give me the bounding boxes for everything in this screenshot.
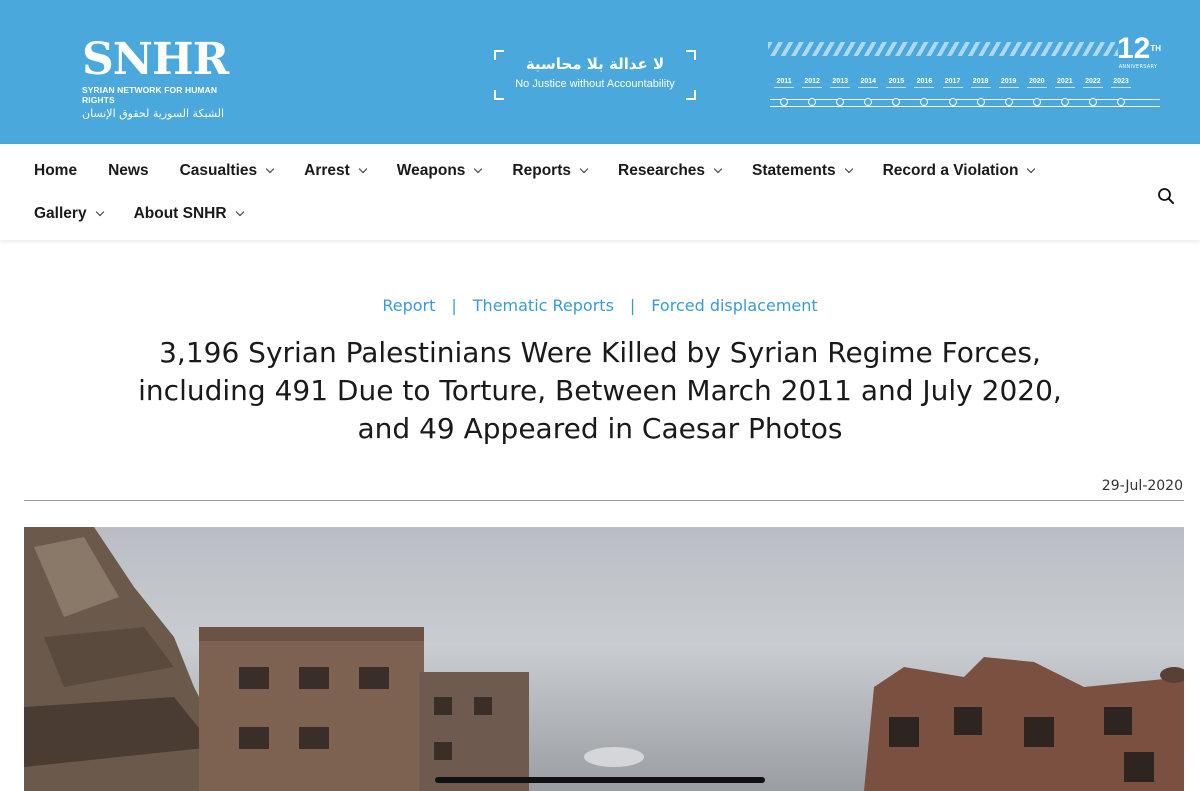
- timeline-dot: [1079, 98, 1107, 106]
- nav-item-label: Weapons: [396, 162, 466, 179]
- timeline-dot: [995, 98, 1023, 106]
- timeline-years: 2011 2012 2013 2014 2015 2016 2017 2018 2019 2020…: [770, 78, 1135, 88]
- breadcrumb-link[interactable]: Forced displacement: [651, 296, 817, 315]
- logo-subtitle: SYRIAN NETWORK FOR HUMAN RIGHTS: [82, 85, 218, 105]
- chevron-down-icon: [235, 207, 244, 217]
- divider: [24, 500, 1184, 501]
- motto-arabic: لا عدالة بلا محاسبة: [525, 55, 665, 73]
- chevron-down-icon: [844, 164, 853, 174]
- article-date: 29-Jul-2020: [1101, 478, 1183, 494]
- nav-row-secondary: Gallery About SNHR: [34, 205, 274, 223]
- nav-item-about-snhr[interactable]: About SNHR: [133, 205, 244, 223]
- breadcrumb-link[interactable]: Report: [382, 296, 435, 315]
- frame-corner: [494, 90, 504, 100]
- timeline-dot: [1023, 98, 1051, 106]
- nav-item-label: Home: [34, 162, 78, 179]
- nav-item-label: Statements: [752, 162, 836, 179]
- timeline-year: 2013: [826, 78, 854, 88]
- timeline-dot: [1051, 98, 1079, 106]
- motto-english: No Justice without Accountability: [515, 78, 675, 90]
- timeline-dot: [770, 98, 798, 106]
- timeline-dot: [910, 98, 938, 106]
- timeline-dot: [1107, 98, 1135, 106]
- anniversary-timeline: 12TH ANNIVERSARY 2011 2012 2013 2014 2015 201…: [768, 34, 1163, 114]
- chevron-down-icon: [95, 207, 104, 217]
- breadcrumb-separator: |: [451, 296, 457, 315]
- timeline-year: 2015: [882, 78, 910, 88]
- nav-item-label: Casualties: [179, 162, 258, 179]
- timeline-year: 2021: [1051, 78, 1079, 88]
- nav-item-label: Reports: [512, 162, 571, 179]
- home-indicator[interactable]: [435, 777, 765, 783]
- chevron-down-icon: [474, 164, 483, 174]
- nav-item-gallery[interactable]: Gallery: [34, 205, 104, 223]
- timeline-dot: [967, 98, 995, 106]
- destroyed-buildings-illustration: [24, 527, 1184, 791]
- nav-item-home[interactable]: Home: [34, 162, 77, 180]
- main-nav: Home News Casualties Arrest Weapons Reports Re…: [0, 144, 1200, 240]
- nav-item-casualties[interactable]: Casualties: [179, 162, 275, 180]
- nav-item-label: News: [108, 162, 149, 179]
- timeline-year: 2012: [798, 78, 826, 88]
- anniversary-label: ANNIVERSARY: [1118, 64, 1158, 70]
- timeline-year: 2022: [1079, 78, 1107, 88]
- timeline-chevron-strip: [768, 42, 1118, 56]
- motto-banner: لا عدالة بلا محاسبة No Justice without A…: [494, 50, 696, 100]
- nav-item-researches[interactable]: Researches: [618, 162, 723, 180]
- nav-item-news[interactable]: News: [108, 162, 149, 180]
- timeline-year: 2016: [910, 78, 938, 88]
- timeline-dot: [882, 98, 910, 106]
- chevron-down-icon: [579, 164, 589, 174]
- site-header: SNHR SYRIAN NETWORK FOR HUMAN RIGHTS الش…: [0, 0, 1200, 144]
- breadcrumb-separator: |: [629, 296, 636, 315]
- anniversary-number: 12: [1117, 32, 1151, 65]
- chevron-down-icon: [358, 164, 368, 174]
- snhr-logo[interactable]: SNHR SYRIAN NETWORK FOR HUMAN RIGHTS الش…: [82, 34, 252, 121]
- anniversary-badge: 12TH ANNIVERSARY: [1117, 32, 1162, 71]
- featured-image: [24, 527, 1184, 791]
- timeline-dot: [798, 98, 826, 106]
- breadcrumb: Report | Thematic Reports | Forced displacem…: [0, 296, 1200, 315]
- nav-item-label: Arrest: [304, 162, 350, 179]
- timeline-year: 2017: [938, 78, 966, 88]
- nav-item-label: About SNHR: [133, 205, 227, 222]
- breadcrumb-link[interactable]: Thematic Reports: [473, 296, 614, 315]
- timeline-dot: [938, 98, 966, 106]
- chevron-down-icon: [713, 164, 723, 174]
- nav-item-statements[interactable]: Statements: [752, 162, 853, 180]
- timeline-year: 2014: [854, 78, 882, 88]
- nav-item-weapons[interactable]: Weapons: [396, 162, 483, 180]
- nav-item-label: Gallery: [34, 205, 87, 222]
- nav-item-reports[interactable]: Reports: [512, 162, 589, 180]
- anniversary-suffix: TH: [1150, 44, 1162, 53]
- timeline-dot: [854, 98, 882, 106]
- logo-subtitle-arabic: الشبكة السورية لحقوق الإنسان: [82, 107, 225, 120]
- timeline-dots: [770, 98, 1135, 106]
- nav-item-arrest[interactable]: Arrest: [304, 162, 368, 180]
- timeline-year: 2020: [1023, 78, 1051, 88]
- timeline-year: 2011: [770, 78, 798, 88]
- timeline-year: 2023: [1107, 78, 1135, 88]
- timeline-year: 2018: [967, 78, 995, 88]
- nav-item-record-a-violation[interactable]: Record a Violation: [882, 162, 1036, 180]
- logo-wordmark: SNHR: [82, 34, 229, 85]
- search-icon[interactable]: [1157, 187, 1175, 205]
- timeline-dot: [826, 98, 854, 106]
- chevron-down-icon: [1027, 164, 1036, 174]
- nav-item-label: Researches: [618, 162, 706, 179]
- chevron-down-icon: [265, 164, 275, 174]
- timeline-year: 2019: [995, 78, 1023, 88]
- nav-item-label: Record a Violation: [882, 162, 1019, 179]
- article-title: 3,196 Syrian Palestinians Were Killed by…: [138, 336, 1062, 445]
- nav-row-primary: Home News Casualties Arrest Weapons Reports Re…: [34, 162, 1065, 180]
- frame-corner: [686, 90, 696, 100]
